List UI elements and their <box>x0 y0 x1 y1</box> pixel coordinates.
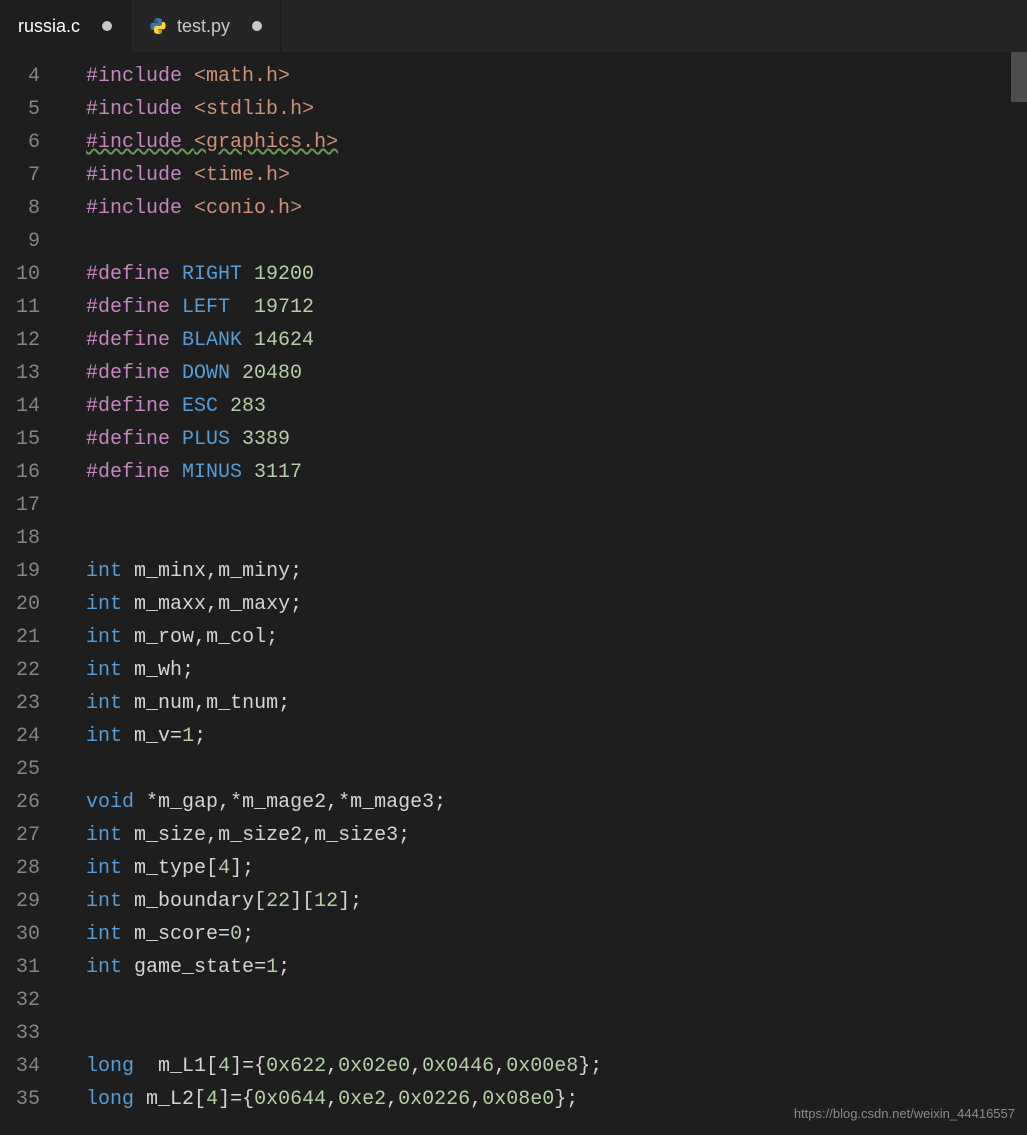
line-number: 4 <box>0 60 40 93</box>
line-number: 8 <box>0 192 40 225</box>
python-icon <box>149 17 167 35</box>
line-number: 34 <box>0 1050 40 1083</box>
line-number: 17 <box>0 489 40 522</box>
line-number: 28 <box>0 852 40 885</box>
line-number: 18 <box>0 522 40 555</box>
tab-russia-c[interactable]: russia.c <box>0 0 131 52</box>
line-number: 10 <box>0 258 40 291</box>
line-number: 32 <box>0 984 40 1017</box>
line-number: 12 <box>0 324 40 357</box>
code-line[interactable] <box>62 1017 1027 1050</box>
line-number: 7 <box>0 159 40 192</box>
line-number: 5 <box>0 93 40 126</box>
line-number: 35 <box>0 1083 40 1116</box>
line-number: 24 <box>0 720 40 753</box>
code-line[interactable]: int m_row,m_col; <box>62 621 1027 654</box>
line-number: 20 <box>0 588 40 621</box>
line-number: 33 <box>0 1017 40 1050</box>
code-line[interactable]: int game_state=1; <box>62 951 1027 984</box>
code-line[interactable]: #define DOWN 20480 <box>62 357 1027 390</box>
code-line[interactable]: #define LEFT 19712 <box>62 291 1027 324</box>
code-line[interactable]: #include <conio.h> <box>62 192 1027 225</box>
code-line[interactable]: int m_maxx,m_maxy; <box>62 588 1027 621</box>
line-number: 22 <box>0 654 40 687</box>
code-line[interactable]: #define ESC 283 <box>62 390 1027 423</box>
line-number: 29 <box>0 885 40 918</box>
editor[interactable]: 4567891011121314151617181920212223242526… <box>0 52 1027 1135</box>
code-line[interactable]: #define RIGHT 19200 <box>62 258 1027 291</box>
vertical-scrollbar[interactable] <box>1011 52 1027 102</box>
line-number: 31 <box>0 951 40 984</box>
modified-dot-icon <box>102 21 112 31</box>
code-line[interactable]: int m_num,m_tnum; <box>62 687 1027 720</box>
code-line[interactable]: int m_minx,m_miny; <box>62 555 1027 588</box>
line-number: 21 <box>0 621 40 654</box>
tab-bar: russia.c test.py <box>0 0 1027 52</box>
line-number: 27 <box>0 819 40 852</box>
line-number: 26 <box>0 786 40 819</box>
line-number: 9 <box>0 225 40 258</box>
line-number: 25 <box>0 753 40 786</box>
code-line[interactable]: #include <time.h> <box>62 159 1027 192</box>
code-line[interactable]: void *m_gap,*m_mage2,*m_mage3; <box>62 786 1027 819</box>
code-line[interactable] <box>62 489 1027 522</box>
code-line[interactable] <box>62 522 1027 555</box>
line-number: 15 <box>0 423 40 456</box>
code-line[interactable]: #define BLANK 14624 <box>62 324 1027 357</box>
code-line[interactable]: #include <stdlib.h> <box>62 93 1027 126</box>
code-line[interactable] <box>62 984 1027 1017</box>
line-number-gutter: 4567891011121314151617181920212223242526… <box>0 52 62 1135</box>
code-line[interactable]: int m_v=1; <box>62 720 1027 753</box>
line-number: 23 <box>0 687 40 720</box>
line-number: 11 <box>0 291 40 324</box>
line-number: 30 <box>0 918 40 951</box>
tab-label: test.py <box>177 16 230 37</box>
line-number: 19 <box>0 555 40 588</box>
code-line[interactable]: #include <math.h> <box>62 60 1027 93</box>
code-line[interactable]: int m_size,m_size2,m_size3; <box>62 819 1027 852</box>
code-line[interactable] <box>62 753 1027 786</box>
code-line[interactable]: int m_score=0; <box>62 918 1027 951</box>
line-number: 14 <box>0 390 40 423</box>
code-line[interactable]: int m_type[4]; <box>62 852 1027 885</box>
tab-label: russia.c <box>18 16 80 37</box>
line-number: 6 <box>0 126 40 159</box>
watermark-text: https://blog.csdn.net/weixin_44416557 <box>794 1106 1015 1121</box>
modified-dot-icon <box>252 21 262 31</box>
code-line[interactable]: #define MINUS 3117 <box>62 456 1027 489</box>
code-line[interactable]: long m_L1[4]={0x622,0x02e0,0x0446,0x00e8… <box>62 1050 1027 1083</box>
tab-test-py[interactable]: test.py <box>131 0 281 52</box>
code-line[interactable]: #define PLUS 3389 <box>62 423 1027 456</box>
line-number: 13 <box>0 357 40 390</box>
code-line[interactable]: #include <graphics.h> <box>62 126 1027 159</box>
code-line[interactable]: int m_boundary[22][12]; <box>62 885 1027 918</box>
code-line[interactable]: int m_wh; <box>62 654 1027 687</box>
line-number: 16 <box>0 456 40 489</box>
code-area[interactable]: #include <math.h> #include <stdlib.h> #i… <box>62 52 1027 1135</box>
code-line[interactable] <box>62 225 1027 258</box>
